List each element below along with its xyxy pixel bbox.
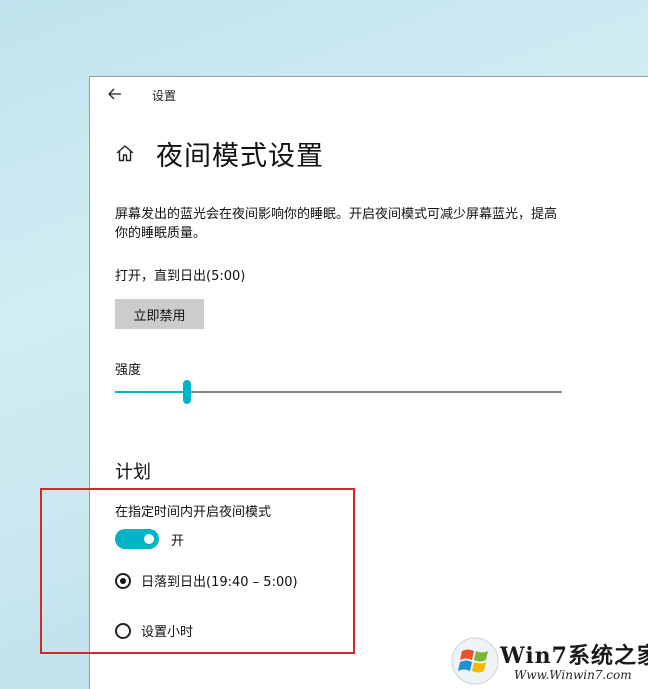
watermark-brand: Win7系统之家: [500, 643, 648, 669]
slider-fill: [115, 391, 187, 393]
strength-slider[interactable]: [115, 378, 562, 406]
watermark-url: Www.Winwin7.com: [514, 668, 632, 682]
page-header: 夜间模式设置: [114, 133, 324, 173]
night-light-description: 屏幕发出的蓝光会在夜间影响你的睡眠。开启夜间模式可减少屏幕蓝光，提高你的睡眠质量…: [115, 207, 558, 241]
title-bar: 设置: [90, 77, 648, 111]
back-button[interactable]: [104, 83, 126, 105]
watermark: Win7系统之家 Www.Winwin7.com: [448, 632, 648, 689]
disable-now-button[interactable]: 立即禁用: [115, 299, 204, 329]
status-text: 打开，直到日出(5:00): [115, 269, 246, 284]
window-title: 设置: [152, 89, 177, 103]
slider-thumb[interactable]: [182, 380, 191, 404]
page-title: 夜间模式设置: [156, 140, 324, 172]
windows-logo-icon: [451, 637, 499, 685]
back-arrow-icon: [108, 88, 121, 100]
home-icon: [116, 145, 134, 162]
schedule-section-title: 计划: [115, 462, 151, 483]
highlight-annotation-box: [40, 488, 355, 654]
home-button[interactable]: [114, 142, 136, 164]
strength-label: 强度: [115, 363, 142, 378]
